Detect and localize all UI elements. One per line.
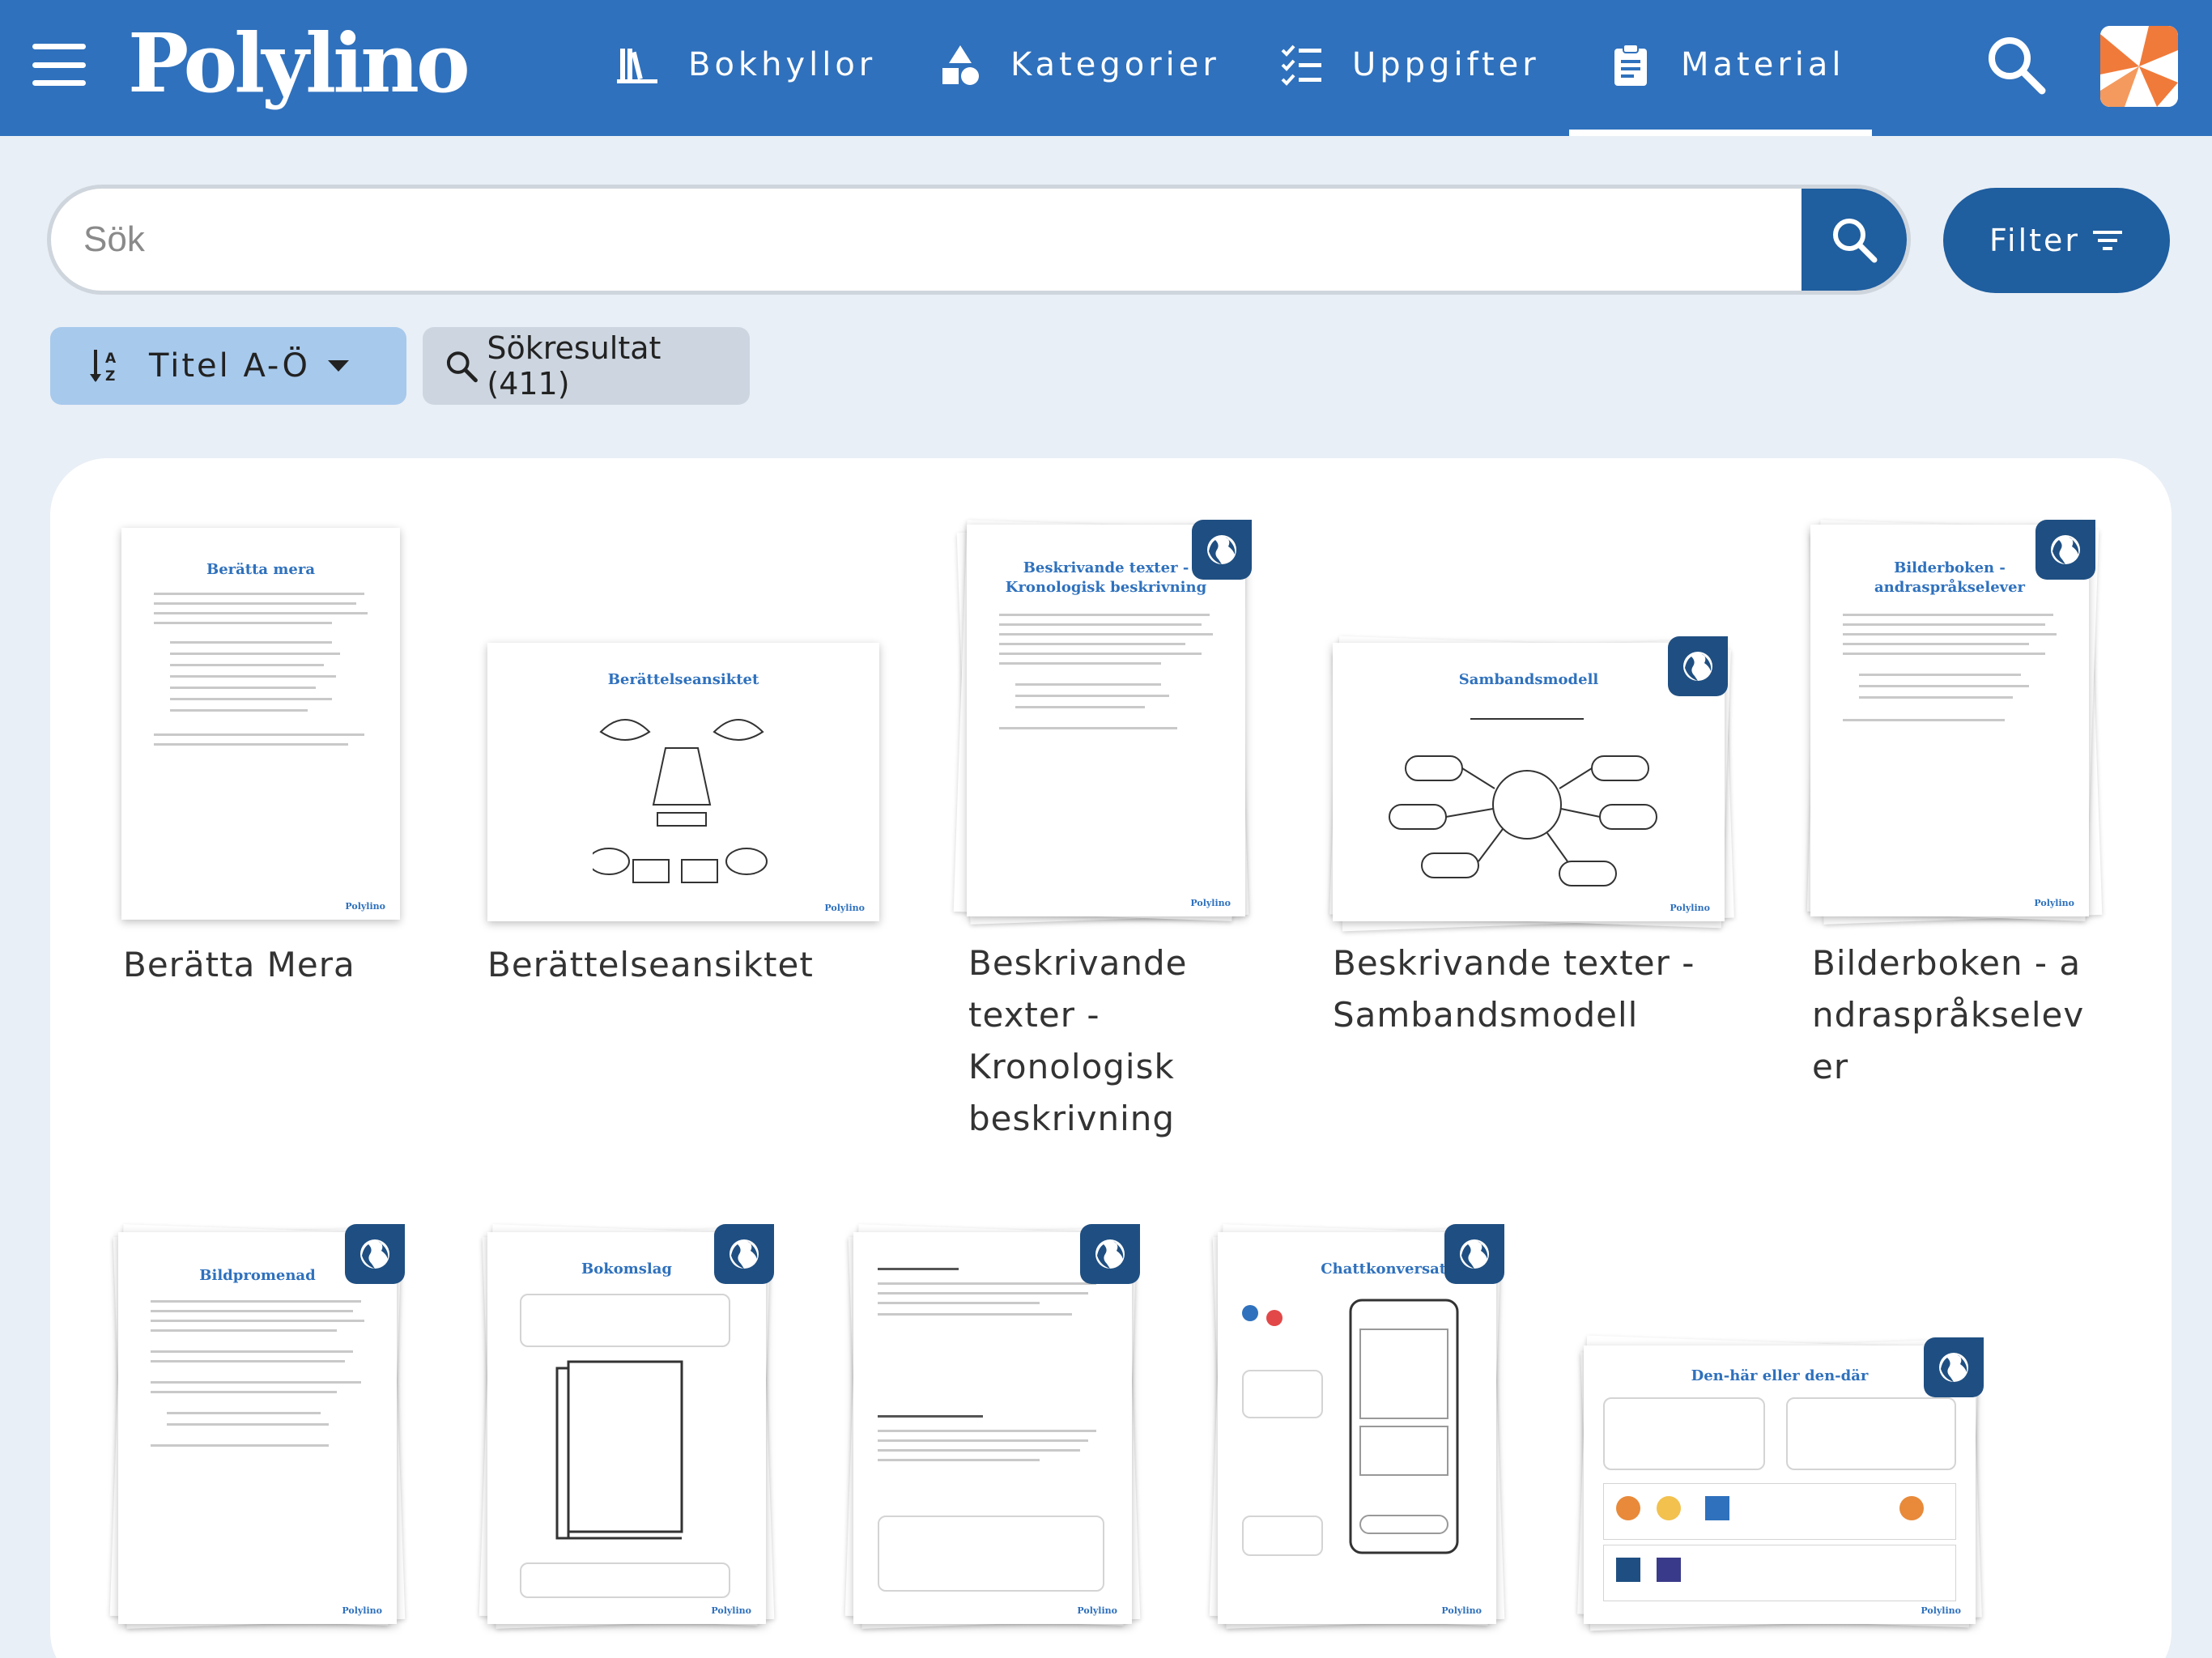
material-card[interactable]: Polylino [844,1224,1156,1645]
sort-az-icon: AZ [90,350,118,384]
search-input[interactable] [83,189,1832,291]
material-thumbnail[interactable]: Bilderboken - andraspråkselever Polylino [1810,525,2089,916]
card-title[interactable]: Bilderboken - andraspråkselever [1812,937,2087,1093]
material-card[interactable]: Bildpromenad Polylino [109,1224,421,1645]
nav-item-material[interactable]: Material [1608,32,1845,97]
material-card[interactable]: Bokomslag Polylino [479,1224,790,1645]
globe-icon [1444,1224,1504,1284]
thumbnail-title: Den-här eller den-där [1691,1367,1869,1384]
book-illustration [555,1360,683,1540]
phone-illustration [1349,1299,1459,1554]
globe-icon [1080,1224,1140,1284]
chevron-down-icon [327,360,349,372]
filter-button[interactable]: Filter [1943,188,2170,293]
search-bar [47,185,1911,295]
sort-label: Titel A-Ö [149,347,310,385]
polylino-brand: Polylino [824,903,865,913]
filter-icon [2093,231,2123,250]
card-title[interactable]: Berättelseansiktet [487,939,876,991]
polylino-brand: Polylino [711,1605,751,1616]
results-count: Sökresultat (411) [487,330,661,402]
nav-item-bokhyllor[interactable]: Bokhyllor [615,32,876,97]
sort-dropdown[interactable]: AZ Titel A-Ö [50,327,406,405]
bookshelf-icon [617,49,657,83]
clipboard-icon [1614,44,1647,86]
avatar[interactable] [2100,26,2178,107]
material-card[interactable]: Beskrivande texter - Kronologisk beskriv… [953,520,1281,1151]
material-thumbnail[interactable]: Beskrivande texter - Kronologisk beskriv… [967,525,1245,916]
material-card[interactable]: Berätta mera Polylino Berätta Mera [121,528,405,984]
filter-label: Filter [1989,223,2081,258]
polylino-brand: Polylino [1077,1605,1117,1616]
nav-item-uppgifter[interactable]: Uppgifter [1279,32,1540,97]
nav-label: Material [1681,46,1845,83]
face-illustration [593,719,768,883]
search-icon[interactable] [1984,32,2048,97]
svg-text:Z: Z [105,368,117,384]
app-logo[interactable]: Polylino [128,15,470,112]
search-icon [1833,219,1878,263]
mindmap-illustration [1389,718,1657,886]
material-card[interactable]: Sambandsmodell Polylino Beskrivande text… [1329,636,1738,1041]
checklist-icon [1281,45,1321,86]
globe-icon [1668,636,1728,696]
material-thumbnail[interactable]: Berätta mera Polylino [121,528,400,920]
nav-label: Kategorier [1010,46,1220,83]
material-card[interactable]: Bilderboken - andraspråkselever Polylino… [1806,520,2150,1103]
globe-icon [1924,1337,1984,1397]
material-thumbnail[interactable]: Sambandsmodell Polylino [1333,643,1725,921]
thumbnail-title: Berättelseansiktet [607,671,759,688]
polylino-brand: Polylino [345,901,385,912]
thumbnail-title: Berätta mera [206,561,315,578]
polylino-brand: Polylino [1441,1605,1482,1616]
material-thumbnail[interactable]: Chattkonversation Polylino [1218,1232,1496,1624]
polylino-brand: Polylino [1190,898,1231,908]
material-thumbnail[interactable]: Den-här eller den-där Polylino [1584,1346,1976,1624]
thumbnail-title: Sambandsmodell [1458,671,1599,688]
polylino-brand: Polylino [1921,1605,1961,1616]
card-title[interactable]: Beskrivande texter - Sambandsmodell [1333,937,1721,1041]
card-title[interactable]: Beskrivande texter - Kronologisk beskriv… [968,937,1211,1145]
menu-icon[interactable] [32,44,86,86]
avatar-logo-icon [2100,26,2178,107]
active-tab-indicator [1569,130,1872,136]
globe-icon [714,1224,774,1284]
material-card[interactable]: Chattkonversation Polylino [1209,1224,1521,1645]
results-count-chip: Sökresultat (411) [423,327,750,405]
material-thumbnail[interactable]: Polylino [853,1232,1132,1624]
globe-icon [345,1224,405,1284]
material-card[interactable]: Berättelseansiktet Polylino Berättelsean… [487,643,884,984]
card-title[interactable]: Berätta Mera [123,939,447,991]
categories-icon [942,45,979,85]
svg-text:A: A [105,351,118,367]
search-button[interactable] [1802,189,1907,291]
globe-icon [2035,520,2095,580]
nav-label: Uppgifter [1352,46,1540,83]
material-thumbnail[interactable]: Bokomslag Polylino [487,1232,766,1624]
material-thumbnail[interactable]: Bildpromenad Polylino [118,1232,397,1624]
polylino-brand: Polylino [1670,903,1710,913]
nav-item-kategorier[interactable]: Kategorier [938,32,1220,97]
material-card[interactable]: Den-här eller den-där Polylino [1577,1335,2000,1645]
polylino-brand: Polylino [2034,898,2074,908]
globe-icon [1192,520,1252,580]
polylino-brand: Polylino [342,1605,382,1616]
material-thumbnail[interactable]: Berättelseansiktet Polylino [487,643,879,921]
top-app-bar: Polylino Bokhyllor Kategorier Uppgifter … [0,0,2212,136]
search-icon [446,351,478,383]
nav-label: Bokhyllor [688,46,877,83]
